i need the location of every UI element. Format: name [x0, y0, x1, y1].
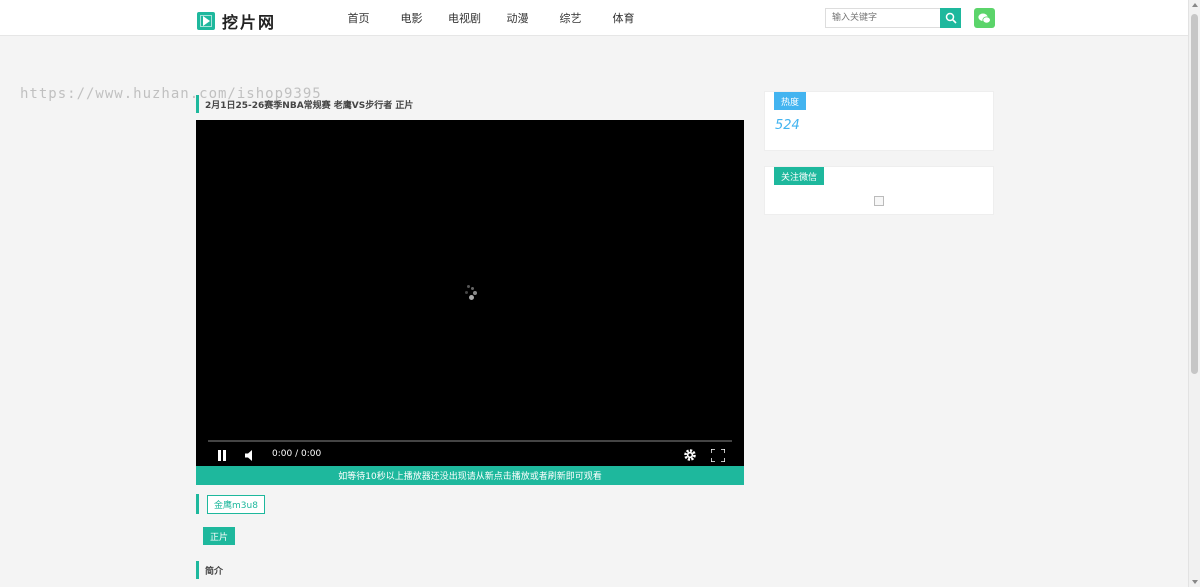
episode-button[interactable]: 正片	[203, 527, 236, 545]
wechat-card: 关注微信	[764, 166, 994, 215]
page-scrollbar[interactable]	[1188, 0, 1200, 587]
scroll-down-icon[interactable]	[1192, 580, 1198, 584]
hot-count: 524	[775, 118, 800, 133]
nav-item-sports[interactable]: 体育	[607, 10, 640, 26]
video-title: 2月1日25-26赛季NBA常规赛 老鹰VS步行者 正片	[205, 100, 414, 111]
play-logo-icon	[197, 12, 215, 30]
nav-item-anime[interactable]: 动漫	[501, 10, 534, 26]
nav-item-variety[interactable]: 综艺	[554, 10, 587, 26]
site-logo[interactable]: 挖片网	[197, 9, 276, 33]
pause-icon	[218, 449, 226, 461]
settings-button[interactable]	[683, 448, 697, 462]
wechat-label: 关注微信	[774, 167, 825, 185]
broken-image-icon	[874, 196, 884, 206]
wechat-icon	[978, 13, 991, 23]
gear-icon	[684, 449, 696, 461]
logo-text: 挖片网	[222, 13, 277, 32]
source-bar: 金鹰m3u8	[196, 494, 265, 514]
scroll-thumb[interactable]	[1191, 14, 1198, 374]
time-display: 0:00 / 0:00	[272, 449, 322, 459]
hot-card: 热度 524	[764, 91, 994, 151]
nav-item-home[interactable]: 首页	[342, 10, 375, 26]
volume-button[interactable]	[245, 448, 255, 462]
video-title-bar: 2月1日25-26赛季NBA常规赛 老鹰VS步行者 正片	[196, 95, 413, 113]
nav-item-movies[interactable]: 电影	[395, 10, 428, 26]
volume-icon	[245, 449, 252, 461]
search-icon	[945, 12, 957, 24]
source-tab-m3u8[interactable]: 金鹰m3u8	[207, 494, 265, 514]
fullscreen-icon	[711, 448, 725, 462]
search-form	[825, 8, 961, 28]
pause-button[interactable]	[217, 448, 227, 462]
loading-spinner-icon	[464, 285, 478, 301]
wechat-button[interactable]	[974, 8, 995, 28]
search-input[interactable]	[825, 8, 940, 28]
site-header: 挖片网 首页 电影 电视剧 动漫 综艺 体育	[0, 0, 1188, 36]
nav-item-tv[interactable]: 电视剧	[448, 10, 481, 26]
fullscreen-button[interactable]	[711, 448, 725, 462]
scroll-up-icon[interactable]	[1192, 3, 1198, 7]
main-nav: 首页 电影 电视剧 动漫 综艺 体育	[332, 0, 650, 36]
hot-label: 热度	[774, 92, 807, 110]
search-button[interactable]	[940, 8, 961, 28]
intro-heading: 简介	[196, 561, 223, 579]
player-notice: 如等待10秒以上播放器还没出现请从新点击播放或者刷新即可观看	[196, 466, 744, 485]
progress-bar[interactable]	[208, 440, 732, 442]
video-player[interactable]: 0:00 / 0:00	[196, 120, 744, 466]
